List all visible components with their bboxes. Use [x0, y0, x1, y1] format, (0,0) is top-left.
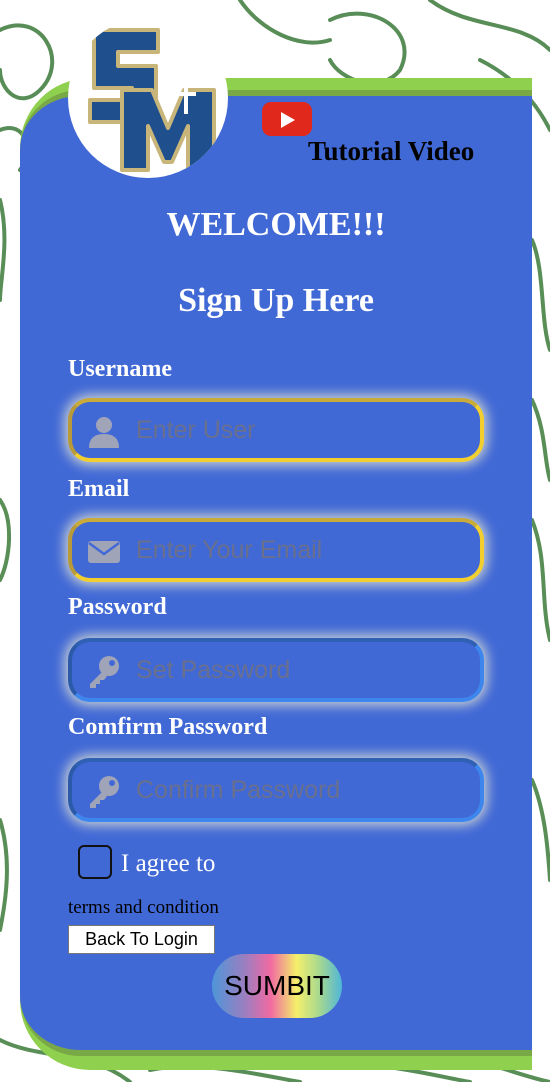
- sm-logo-icon: [88, 28, 216, 172]
- terms-link[interactable]: terms and condition: [68, 897, 219, 919]
- envelope-icon: [88, 541, 120, 563]
- welcome-heading: WELCOME!!!: [166, 206, 386, 243]
- tutorial-video-link[interactable]: Tutorial Video: [308, 136, 474, 167]
- email-input[interactable]: [136, 522, 466, 578]
- confirm-password-label: Comfirm Password: [68, 714, 268, 740]
- password-field[interactable]: [68, 638, 484, 702]
- user-icon: [89, 417, 119, 448]
- username-label: Username: [68, 356, 172, 382]
- back-to-login-button[interactable]: Back To Login: [68, 925, 215, 954]
- confirm-password-input[interactable]: [136, 762, 466, 818]
- confirm-password-field[interactable]: [68, 758, 484, 822]
- email-field[interactable]: [68, 518, 484, 582]
- username-field[interactable]: [68, 398, 484, 462]
- key-icon: [90, 656, 119, 688]
- agree-label: I agree to: [121, 850, 216, 877]
- agree-checkbox[interactable]: [78, 845, 112, 879]
- username-input[interactable]: [136, 402, 466, 458]
- key-icon: [90, 776, 119, 808]
- youtube-icon[interactable]: [262, 102, 312, 136]
- email-label: Email: [68, 476, 130, 502]
- submit-button[interactable]: SUMBIT: [212, 954, 342, 1018]
- signup-heading: Sign Up Here: [178, 282, 374, 319]
- school-logo: [68, 18, 228, 178]
- password-label: Password: [68, 594, 167, 620]
- password-input[interactable]: [136, 642, 466, 698]
